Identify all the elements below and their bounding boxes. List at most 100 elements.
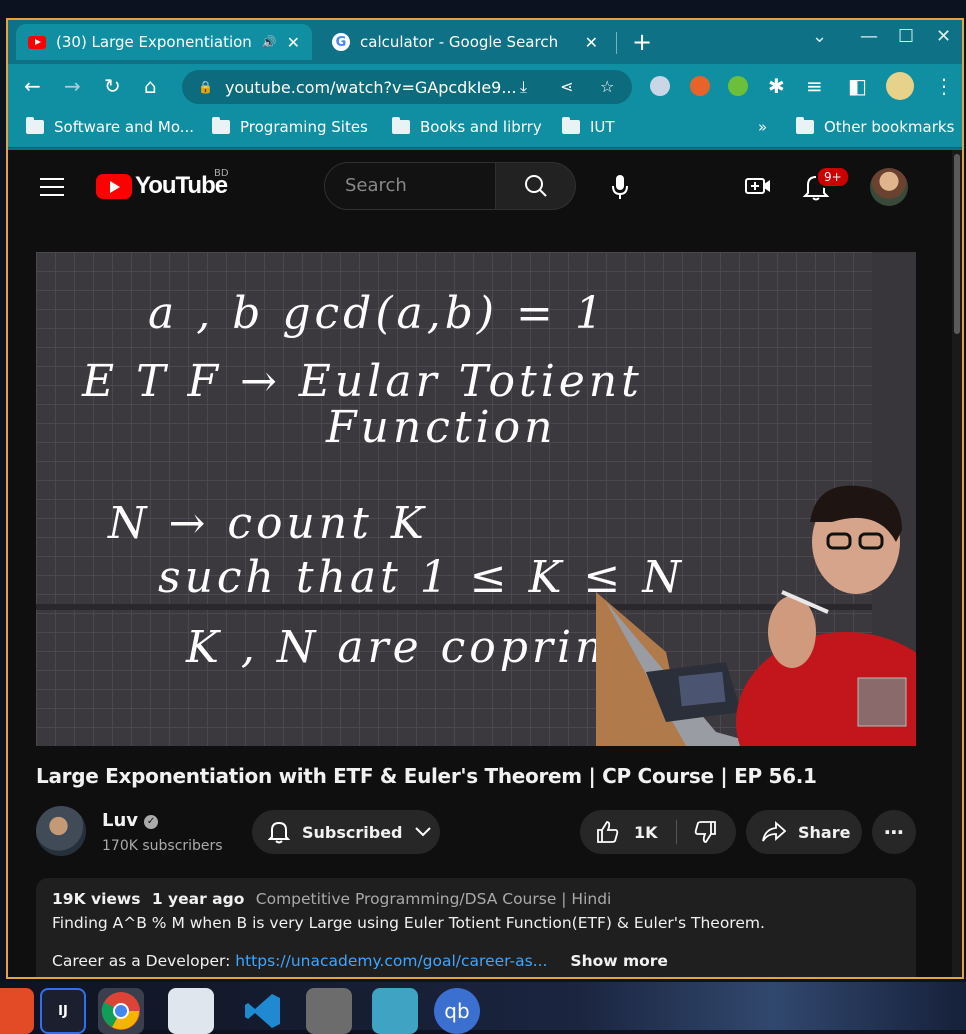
chrome-taskbar-icon[interactable]	[98, 988, 144, 1034]
page-scrollbar[interactable]	[952, 150, 962, 977]
folder-icon	[212, 117, 230, 134]
bookmark-label: IUT	[590, 118, 615, 136]
bookmark-folder-software[interactable]: Software and Mo...	[26, 117, 195, 136]
tab-search-chevron-icon[interactable]: ⌄	[812, 26, 827, 47]
media-control-icon[interactable]: ≡	[806, 74, 823, 98]
search-button[interactable]	[496, 162, 576, 210]
intellij-taskbar-icon[interactable]: IJ	[40, 988, 86, 1034]
channel-name-row[interactable]: Luv ✓	[102, 810, 159, 831]
tab-strip: (30) Large Exponentiation 🔊 ✕ G calculat…	[8, 20, 962, 64]
bookmarks-bar: Software and Mo... Programing Sites Book…	[8, 110, 962, 148]
bookmarks-overflow-button[interactable]: »	[758, 118, 767, 136]
share-label: Share	[798, 822, 851, 842]
profile-avatar[interactable]	[886, 72, 914, 100]
presenter-image	[596, 485, 916, 746]
tab-youtube[interactable]: (30) Large Exponentiation 🔊 ✕	[16, 24, 312, 60]
maximize-icon[interactable]: ☐	[898, 26, 914, 47]
thumbs-down-icon[interactable]	[693, 820, 717, 844]
more-actions-button[interactable]: ⋯	[872, 810, 916, 854]
minimize-icon[interactable]: —	[860, 26, 878, 47]
share-icon[interactable]: ⋖	[560, 77, 573, 96]
bookmark-label: Books and librry	[420, 118, 542, 136]
tab-title: (30) Large Exponentiation	[56, 33, 252, 51]
subscriber-count: 170K subscribers	[102, 838, 223, 854]
install-app-icon[interactable]: ⤓	[520, 77, 527, 97]
side-panel-icon[interactable]: ◧	[848, 74, 867, 98]
screenshot-tool-taskbar-icon[interactable]	[306, 988, 352, 1034]
quiz-app-taskbar-icon[interactable]	[168, 988, 214, 1034]
search-icon	[525, 175, 547, 197]
youtube-play-logo-icon	[96, 173, 132, 199]
extensions-puzzle-icon[interactable]: ✱	[768, 74, 785, 98]
bookmark-label: Programing Sites	[240, 118, 368, 136]
lock-icon[interactable]: 🔒	[198, 80, 213, 94]
folder-icon	[392, 117, 410, 134]
subscribed-button[interactable]: Subscribed	[252, 810, 440, 854]
video-title: Large Exponentiation with ETF & Euler's …	[36, 764, 817, 788]
photos-taskbar-icon[interactable]	[372, 988, 418, 1034]
bookmark-folder-books[interactable]: Books and librry	[392, 117, 542, 136]
new-tab-button[interactable]: +	[632, 28, 652, 56]
folder-icon	[26, 117, 44, 134]
bookmark-star-icon[interactable]: ☆	[600, 77, 614, 96]
upload-age: 1 year ago	[151, 890, 245, 908]
youtube-logo[interactable]: YouTube BD	[96, 168, 229, 200]
description-box[interactable]: 19K views 1 year ago Competitive Program…	[36, 878, 916, 977]
create-video-icon[interactable]	[744, 172, 772, 200]
description-summary: Finding A^B % M when B is very Large usi…	[52, 914, 765, 932]
search-input[interactable]: Search	[324, 162, 496, 210]
bookmark-label: Software and Mo...	[54, 118, 195, 136]
vscode-taskbar-icon[interactable]	[240, 988, 286, 1034]
bookmark-folder-iut[interactable]: IUT	[562, 117, 615, 136]
qbittorrent-taskbar-icon[interactable]: qb	[434, 988, 480, 1034]
brave-browser-taskbar-icon[interactable]	[0, 988, 34, 1034]
show-more-button[interactable]: Show more	[570, 952, 668, 970]
thumbs-up-icon[interactable]	[596, 820, 620, 844]
browser-window: (30) Large Exponentiation 🔊 ✕ G calculat…	[6, 18, 964, 979]
board-line-6: K , N are coprime	[186, 622, 651, 673]
subscribed-label: Subscribed	[302, 822, 403, 842]
back-arrow-icon[interactable]: ←	[24, 74, 41, 98]
youtube-masthead: YouTube BD Search 9+	[8, 150, 962, 226]
folder-icon	[562, 117, 580, 134]
grammar-extension-icon[interactable]	[728, 76, 748, 96]
tab-separator	[616, 32, 617, 54]
board-line-3: Function	[326, 402, 557, 453]
youtube-favicon-icon	[28, 35, 46, 49]
verified-check-icon: ✓	[144, 815, 159, 829]
audio-playing-icon[interactable]: 🔊	[262, 35, 277, 49]
close-window-icon[interactable]: ✕	[936, 26, 951, 47]
guide-menu-icon[interactable]	[40, 178, 64, 196]
home-icon[interactable]: ⌂	[144, 74, 157, 98]
share-arrow-icon	[762, 821, 786, 842]
reload-icon[interactable]: ↻	[104, 74, 121, 98]
close-tab-icon[interactable]: ✕	[287, 33, 300, 52]
bookmark-folder-programing-sites[interactable]: Programing Sites	[212, 117, 368, 136]
menu-kebab-icon[interactable]: ⋮	[934, 74, 954, 98]
scrollbar-thumb[interactable]	[954, 154, 960, 334]
playlist-link[interactable]: Competitive Programming/DSA Course | Hin…	[256, 890, 612, 908]
like-divider	[675, 820, 677, 844]
youtube-page: YouTube BD Search 9+ a , b gcd(a,b) = 1 …	[8, 150, 962, 977]
address-bar[interactable]: 🔒 youtube.com/watch?v=GApcdkIe9... ⤓ ⋖ ☆	[182, 70, 632, 104]
url-text: youtube.com/watch?v=GApcdkIe9...	[224, 77, 517, 97]
microphone-icon[interactable]	[610, 174, 630, 200]
other-bookmarks-folder[interactable]: Other bookmarks	[796, 117, 955, 136]
description-career-line: Career as a Developer: https://unacademy…	[52, 952, 900, 970]
bookmark-label: Other bookmarks	[824, 118, 955, 136]
os-taskbar: IJ qb	[0, 982, 966, 1034]
like-count[interactable]: 1K	[634, 823, 658, 842]
video-player[interactable]: a , b gcd(a,b) = 1 E T F → Eular Totient…	[36, 252, 916, 746]
account-avatar[interactable]	[870, 168, 908, 206]
description-meta: 19K views 1 year ago Competitive Program…	[52, 890, 900, 908]
tab-google-search[interactable]: G calculator - Google Search ✕	[320, 24, 610, 60]
brave-extension-icon[interactable]	[690, 76, 710, 96]
shield-extension-icon[interactable]	[650, 76, 670, 96]
share-button[interactable]: Share	[746, 810, 862, 854]
channel-name[interactable]: Luv	[102, 810, 138, 831]
channel-avatar[interactable]	[36, 806, 86, 856]
forward-arrow-icon[interactable]: →	[64, 74, 81, 98]
close-tab-icon[interactable]: ✕	[585, 33, 598, 52]
career-link[interactable]: https://unacademy.com/goal/career-as...	[235, 952, 547, 970]
bell-icon	[268, 821, 290, 844]
